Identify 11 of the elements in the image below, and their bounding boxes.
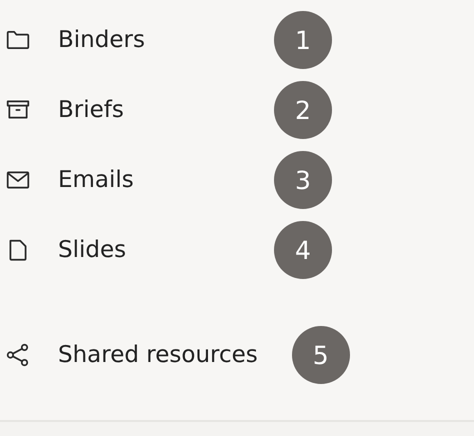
nav-item[interactable]: Binders [58, 27, 274, 53]
nav-item[interactable]: Briefs [58, 97, 274, 123]
nav-item[interactable]: Shared resources [58, 342, 258, 368]
share-icon [5, 342, 31, 368]
nav-item[interactable]: Emails [58, 167, 274, 193]
number-marker: 4 [274, 221, 332, 279]
nav-item[interactable]: Slides [58, 237, 274, 263]
number-marker: 5 [292, 326, 350, 384]
number-marker: 3 [274, 151, 332, 209]
number-marker: 2 [274, 81, 332, 139]
number-marker: 1 [274, 11, 332, 69]
